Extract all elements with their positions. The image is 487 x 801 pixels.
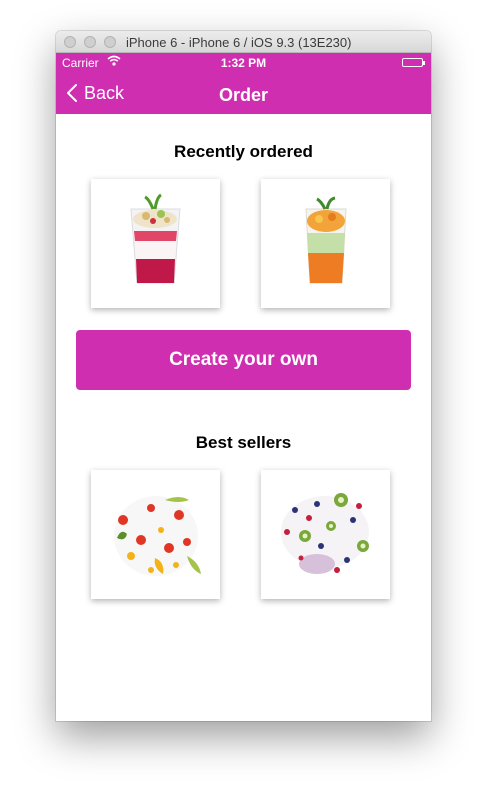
battery-tip [423,61,425,65]
app-header: Carrier 1:32 PM Back Order [56,53,431,114]
recently-ordered-heading: Recently ordered [174,142,313,161]
mango-parfait-cup-image [305,196,347,284]
best-sellers-heading: Best sellers [195,433,292,452]
close-window-button[interactable] [64,36,76,48]
battery-icon [402,58,423,67]
order-content: Recently ordered Create your own Best se… [56,114,431,721]
window-title: iPhone 6 - iPhone 6 / iOS 9.3 (13E230) [126,35,352,50]
clock: 1:32 PM [220,56,267,70]
status-bar: Carrier 1:32 PM [56,53,431,73]
zoom-window-button[interactable] [104,36,116,48]
recent-item-mango-parfait[interactable] [261,179,390,308]
best-seller-fruit-salad[interactable] [91,470,220,599]
minimize-window-button[interactable] [84,36,96,48]
kiwi-berry-yogurt-image [281,493,369,574]
fruit-salad-yogurt-image [114,496,201,576]
best-seller-kiwi-berry[interactable] [261,470,390,599]
berry-parfait-cup-image [130,193,181,284]
navigation-bar: Back Order [56,73,431,114]
recent-item-berry-parfait[interactable] [91,179,220,308]
page-title: Order [218,85,269,105]
simulator-window: iPhone 6 - iPhone 6 / iOS 9.3 (13E230) C… [56,31,431,721]
window-titlebar: iPhone 6 - iPhone 6 / iOS 9.3 (13E230) [56,31,431,53]
create-your-own-button[interactable]: Create your own [76,330,411,390]
